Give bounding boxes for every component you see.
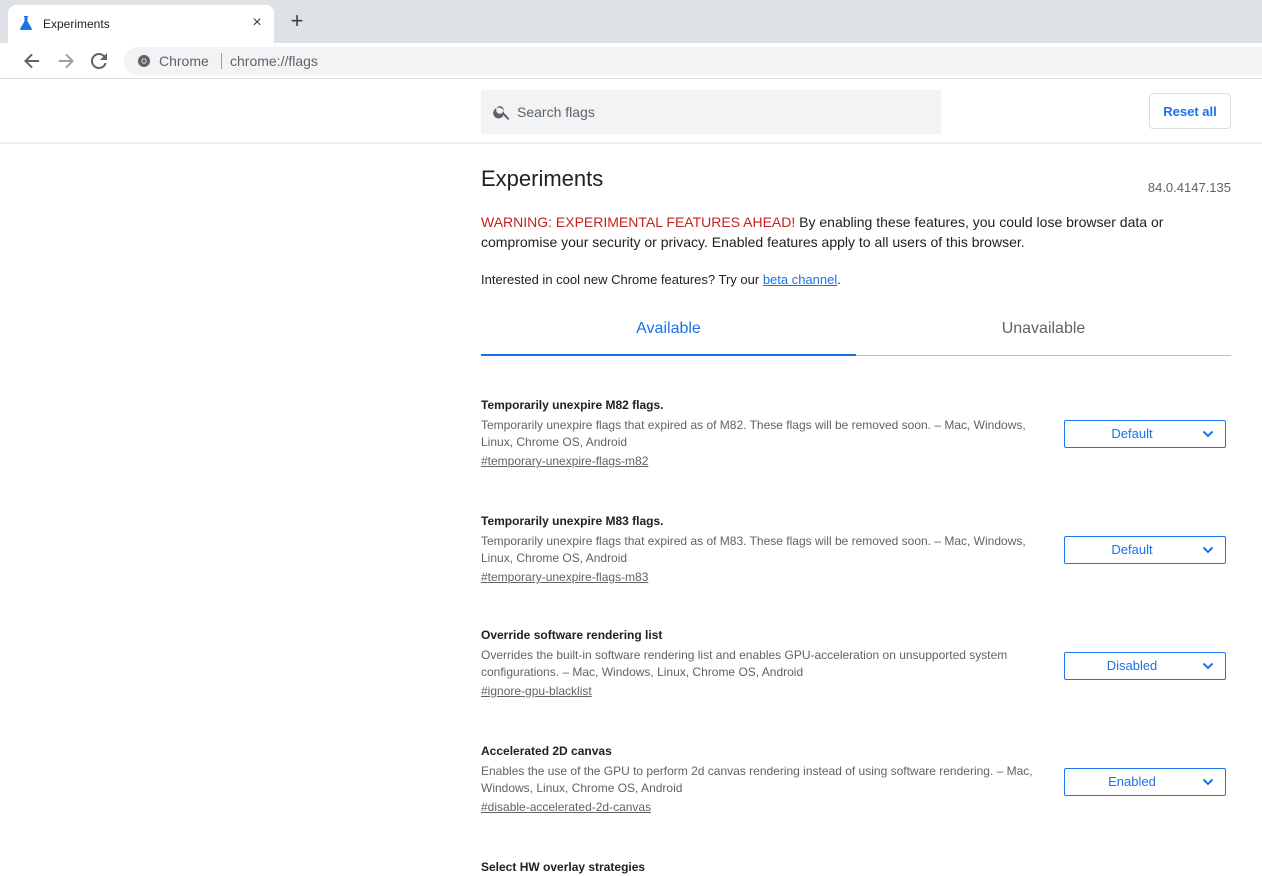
experiment-name: Temporarily unexpire M83 flags. [481,514,664,528]
experiment-name: Temporarily unexpire M82 flags. [481,398,664,412]
forward-arrow-icon[interactable] [54,49,78,73]
flag-tabs: Available Unavailable [481,312,1231,356]
experiment-item: Select HW overlay strategies [481,860,1231,874]
chevron-down-icon [1202,430,1214,438]
experiment-name: Select HW overlay strategies [481,860,646,874]
reload-svg [90,52,107,69]
page-title: Experiments [481,166,604,191]
new-tab-button[interactable]: + [284,9,310,35]
promo-message: Interested in cool new Chrome features? … [481,272,841,287]
search-box[interactable] [481,90,941,134]
experiment-description: Overrides the built-in software renderin… [481,648,1008,679]
experiment-link[interactable]: #temporary-unexpire-flags-m83 [481,570,648,584]
tab-strip: Experiments × + [0,0,1262,43]
experiment-select[interactable]: Default [1064,536,1226,564]
tab-title: Experiments [43,17,110,31]
experiment-select-value: Default [1111,426,1153,441]
promo-suffix: . [837,272,841,287]
chevron-down-icon [1202,546,1214,554]
warning-message: WARNING: EXPERIMENTAL FEATURES AHEAD! By… [481,212,1231,252]
experiment-select[interactable]: Enabled [1064,768,1226,796]
experiment-select-value: Disabled [1106,658,1158,673]
experiment-description: Temporarily unexpire flags that expired … [481,534,1026,565]
experiment-select[interactable]: Default [1064,420,1226,448]
search-input[interactable] [517,90,927,134]
omnibox-chip: Chrome [159,53,209,69]
back-arrow-svg [24,53,39,69]
browser-toolbar: Chrome chrome://flags [0,43,1262,79]
chevron-down-icon [1202,662,1214,670]
experiment-item: Temporarily unexpire M82 flags. Temporar… [481,398,1231,470]
experiment-description: Temporarily unexpire flags that expired … [481,418,1026,449]
warning-prefix: WARNING: EXPERIMENTAL FEATURES AHEAD! [481,214,796,230]
experiment-name: Override software rendering list [481,628,663,642]
promo-text: Interested in cool new Chrome features? … [481,272,763,287]
chrome-logo-icon [138,55,150,67]
reload-icon[interactable] [87,49,111,73]
chevron-down-icon [1202,778,1214,786]
beta-channel-link[interactable]: beta channel [763,272,837,287]
flags-header: Reset all [0,80,1262,144]
forward-arrow-svg [59,53,74,69]
flask-icon [20,16,32,30]
experiment-link[interactable]: #disable-accelerated-2d-canvas [481,800,651,814]
experiment-select-value: Default [1111,542,1153,557]
experiment-link[interactable]: #ignore-gpu-blacklist [481,684,592,698]
omnibox-separator [221,53,222,69]
experiment-item: Override software rendering list Overrid… [481,628,1231,700]
experiment-select-value: Enabled [1108,774,1156,789]
omnibox-url: chrome://flags [230,53,318,69]
reset-all-button[interactable]: Reset all [1149,93,1231,129]
version-number: 84.0.4147.135 [1147,180,1231,195]
tab-available[interactable]: Available [481,312,856,356]
close-icon[interactable]: × [246,12,268,34]
browser-tab-experiments[interactable]: Experiments × [8,5,274,43]
omnibox[interactable]: Chrome chrome://flags [124,47,1262,75]
experiment-link[interactable]: #temporary-unexpire-flags-m82 [481,454,648,468]
tab-unavailable[interactable]: Unavailable [856,312,1231,356]
experiment-item: Accelerated 2D canvas Enables the use of… [481,744,1231,816]
experiment-description: Enables the use of the GPU to perform 2d… [481,764,1033,795]
experiment-item: Temporarily unexpire M83 flags. Temporar… [481,514,1231,586]
search-icon [493,106,510,120]
experiment-name: Accelerated 2D canvas [481,744,612,758]
experiment-select[interactable]: Disabled [1064,652,1226,680]
back-arrow-icon[interactable] [20,49,44,73]
